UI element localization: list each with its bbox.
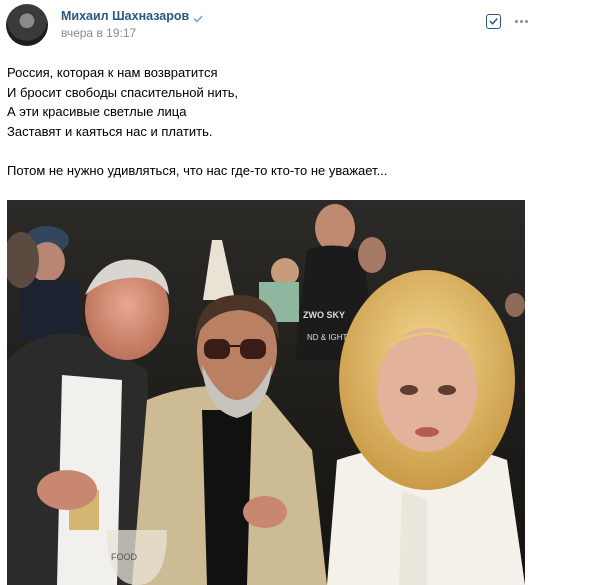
poem-line: Россия, которая к нам возвратится	[7, 65, 218, 80]
post-header-actions	[486, 14, 528, 29]
glass-print: FOOD	[111, 552, 137, 562]
post-photo[interactable]: ZWO SKY ND & IGHT FOOD	[7, 200, 525, 585]
poem-line: И бросит свободы спасительной нить,	[7, 84, 239, 100]
verified-check-icon	[193, 11, 203, 23]
author-name-link[interactable]: Михаил Шахназаров	[61, 9, 189, 23]
post-text: Россия, которая к нам возвратится И брос…	[7, 63, 567, 180]
more-dots-icon[interactable]	[515, 20, 528, 23]
post-timestamp[interactable]: вчера в 19:17	[61, 26, 136, 40]
author-row: Михаил Шахназаров	[61, 9, 203, 23]
poem-line: А эти красивые светлые лица	[7, 104, 187, 119]
photo-scene: ZWO SKY ND & IGHT FOOD	[7, 200, 525, 585]
post-comment-line: Потом не нужно удивляться, что нас где-т…	[7, 162, 388, 178]
author-avatar[interactable]	[6, 4, 48, 46]
poem-line: Заставят и каяться нас и платить.	[7, 123, 213, 139]
shirt-print-2: ND & IGHT	[307, 333, 348, 342]
checkbox-check-icon[interactable]	[486, 14, 501, 29]
wall-post: Михаил Шахназаров вчера в 19:17 Россия, …	[0, 0, 600, 585]
shirt-print-1: ZWO SKY	[303, 310, 345, 320]
